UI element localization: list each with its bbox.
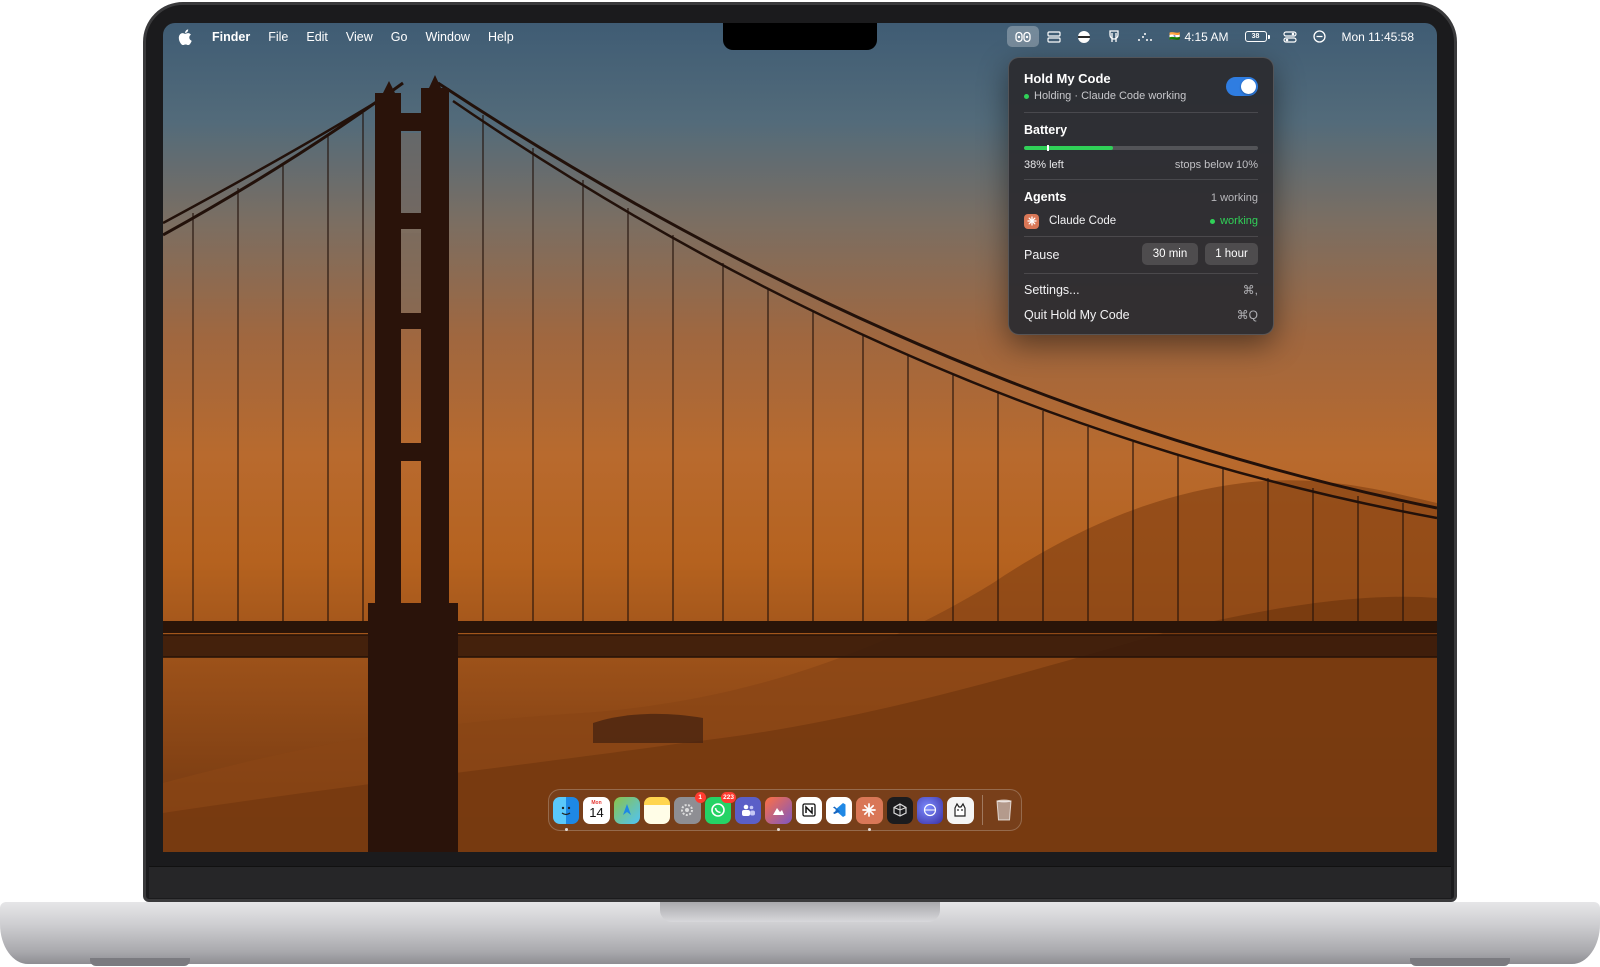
- calendar-icon[interactable]: Mon 14: [583, 796, 610, 824]
- notes-icon[interactable]: [643, 796, 671, 824]
- agents-title: Agents: [1024, 190, 1067, 204]
- menu-window[interactable]: Window: [425, 30, 469, 44]
- wifi-dots-icon[interactable]: [1129, 26, 1161, 47]
- agents-section: Agents 1 working Claude Code working: [1024, 180, 1258, 236]
- whatsapp-badge: 223: [721, 791, 736, 803]
- running-indicator: [777, 827, 781, 831]
- pets-app-icon[interactable]: [947, 796, 974, 824]
- pause-1-hour-button[interactable]: 1 hour: [1205, 243, 1258, 265]
- toggle-knob: [1241, 79, 1256, 94]
- dock: Mon 14 1 223: [548, 789, 1022, 831]
- battery-bar-fill: [1024, 146, 1113, 150]
- battery-threshold-text: stops below 10%: [1174, 159, 1258, 171]
- flag-icon: 🇮🇳: [1169, 31, 1181, 41]
- battery-threshold-marker: [1047, 145, 1049, 151]
- agent-status: working: [1210, 215, 1258, 227]
- menu-file[interactable]: File: [268, 30, 288, 44]
- claude-app-icon[interactable]: [856, 796, 883, 831]
- popover-header: Hold My Code Holding · Claude Code worki…: [1024, 58, 1258, 112]
- agent-status-text: working: [1220, 215, 1258, 227]
- hold-my-code-popover: Hold My Code Holding · Claude Code worki…: [1008, 57, 1274, 335]
- photos-app-icon[interactable]: [765, 796, 792, 831]
- popover-subtitle: Holding · Claude Code working: [1024, 90, 1186, 102]
- menu-help[interactable]: Help: [488, 30, 514, 44]
- agents-count: 1 working: [1210, 192, 1258, 204]
- menu-edit[interactable]: Edit: [306, 30, 328, 44]
- world-clock[interactable]: 🇮🇳 4:15 AM: [1161, 26, 1236, 47]
- agent-name: Claude Code: [1049, 215, 1117, 227]
- battery-icon: 38: [1244, 31, 1270, 42]
- battery-status[interactable]: 38: [1237, 26, 1275, 47]
- trash-icon[interactable]: [991, 797, 1017, 824]
- system-settings-icon[interactable]: 1: [674, 791, 706, 824]
- control-center-icon[interactable]: [1275, 26, 1305, 47]
- settings-label: Settings...: [1024, 283, 1080, 297]
- teams-icon[interactable]: [734, 796, 762, 824]
- hold-my-code-icon[interactable]: [1007, 26, 1040, 47]
- popover-subtitle-text: Holding · Claude Code working: [1034, 90, 1187, 102]
- apple-logo-icon[interactable]: [178, 28, 192, 45]
- pause-30-min-button[interactable]: 30 min: [1142, 243, 1198, 265]
- desktop-screen: Finder File Edit View Go Window Help 🇮🇳 …: [163, 23, 1437, 852]
- battery-left-text: 38% left: [1024, 159, 1064, 171]
- storage-icon[interactable]: [1039, 26, 1069, 47]
- battery-bar: [1024, 146, 1258, 150]
- running-indicator: [868, 827, 872, 831]
- finder-icon[interactable]: [553, 796, 580, 831]
- vscode-icon[interactable]: [825, 796, 853, 824]
- popover-title: Hold My Code: [1024, 71, 1111, 86]
- pause-section: Pause 30 min 1 hour: [1024, 237, 1258, 273]
- quit-menu-item[interactable]: Quit Hold My Code ⌘Q: [1024, 305, 1258, 325]
- laptop-chin: [149, 866, 1451, 898]
- hold-toggle[interactable]: [1226, 77, 1258, 96]
- status-dot-icon: [1024, 93, 1029, 99]
- battery-title: Battery: [1024, 123, 1068, 137]
- laptop-foot-left: [90, 958, 190, 966]
- focus-icon[interactable]: [1305, 26, 1334, 47]
- settings-menu-item[interactable]: Settings... ⌘,: [1024, 280, 1258, 300]
- maps-icon[interactable]: [613, 796, 640, 824]
- laptop-opening-groove: [660, 902, 940, 922]
- settings-badge: 1: [694, 791, 706, 803]
- running-indicator: [565, 827, 568, 831]
- pause-label: Pause: [1024, 248, 1060, 262]
- laptop-foot-right: [1410, 958, 1510, 966]
- cursor-icon[interactable]: [886, 796, 913, 824]
- browser-icon[interactable]: [916, 796, 944, 824]
- working-dot-icon: [1210, 218, 1216, 224]
- whatsapp-icon[interactable]: 223: [704, 791, 736, 824]
- menu-go[interactable]: Go: [391, 30, 408, 44]
- agent-row[interactable]: Claude Code working: [1024, 213, 1258, 229]
- menu-bar: Finder File Edit View Go Window Help 🇮🇳 …: [163, 23, 1437, 50]
- world-clock-time: 4:15 AM: [1184, 29, 1229, 44]
- menubar-clock[interactable]: Mon 11:45:58: [1334, 26, 1423, 47]
- dock-divider: [981, 795, 983, 825]
- trophy-icon[interactable]: [1099, 26, 1129, 47]
- calendar-day: 14: [589, 805, 604, 820]
- claude-icon: [1024, 213, 1039, 229]
- menu-view[interactable]: View: [346, 30, 373, 44]
- battery-percent: 38: [1251, 33, 1260, 40]
- macbook-frame: Finder File Edit View Go Window Help 🇮🇳 …: [0, 0, 1600, 967]
- vpn-globe-icon[interactable]: [1069, 26, 1099, 47]
- popover-menu: Settings... ⌘, Quit Hold My Code ⌘Q: [1024, 274, 1258, 334]
- quit-shortcut: ⌘Q: [1236, 308, 1258, 322]
- settings-shortcut: ⌘,: [1242, 283, 1258, 297]
- menu-finder[interactable]: Finder: [212, 30, 250, 44]
- battery-section: Battery 38% left stops below 10%: [1024, 113, 1258, 179]
- notion-icon[interactable]: [795, 796, 822, 824]
- quit-label: Quit Hold My Code: [1024, 308, 1130, 322]
